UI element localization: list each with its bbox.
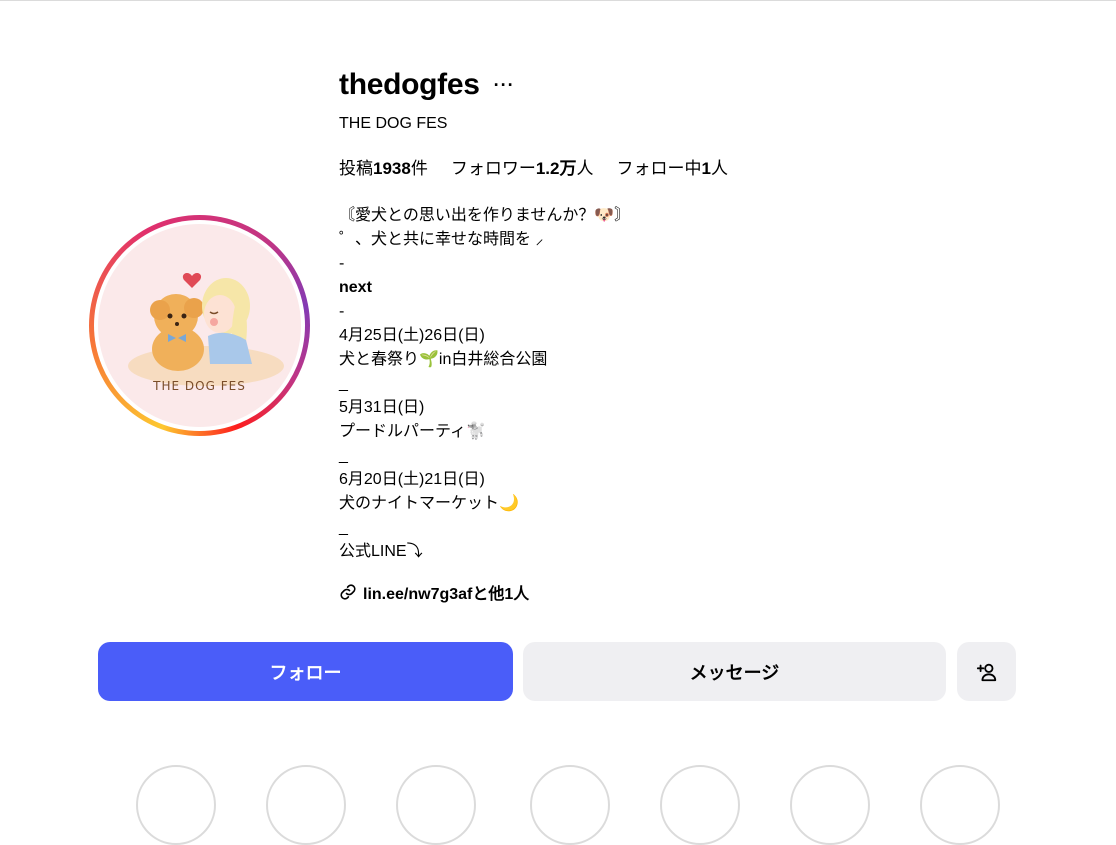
story-highlight[interactable] [790, 765, 870, 845]
story-highlight[interactable] [136, 765, 216, 845]
bio-line: 5月31日(日) [339, 399, 425, 416]
bio-line: _ [339, 519, 348, 536]
full-name: THE DOG FES [339, 115, 448, 132]
stat-followers[interactable]: フォロワー1.2万人 [451, 154, 594, 179]
add-person-icon [976, 663, 996, 681]
bio: 〘愛犬との思い出を作りませんか？🐶〙 ゜、犬と共に幸せな時間を ⸝ - next… [339, 204, 630, 564]
bio-line: _ [339, 447, 348, 464]
bio-link[interactable]: lin.ee/nw7g3afと他1人 [339, 580, 529, 604]
follow-button[interactable]: フォロー [98, 642, 513, 701]
profile-avatar[interactable]: THE DOG FES [89, 215, 310, 436]
bio-line: 4月25日(土)26日(日) [339, 327, 485, 344]
avatar-logo-text: THE DOG FES [153, 379, 246, 393]
bio-line: 公式LINE⤵︎ [339, 543, 423, 560]
bio-link-text: lin.ee/nw7g3afと他1人 [363, 586, 530, 603]
top-divider [0, 0, 1116, 1]
story-highlight[interactable] [530, 765, 610, 845]
bio-line: 犬と春祭り🌱in白井総合公園 [339, 351, 548, 368]
story-highlight[interactable] [266, 765, 346, 845]
bio-line: _ [339, 375, 348, 392]
story-highlight[interactable] [396, 765, 476, 845]
stat-posts: 投稿1938件 [339, 159, 428, 178]
bio-line: - [339, 255, 345, 272]
bio-line: - [339, 303, 345, 320]
stat-following[interactable]: フォロー中1人 [616, 154, 727, 179]
link-icon [340, 584, 356, 600]
profile-stats: 投稿1938件 フォロワー1.2万人 フォロー中1人 [339, 154, 751, 179]
bio-line: 〘愛犬との思い出を作りませんか？🐶〙 [339, 207, 631, 224]
story-highlight[interactable] [660, 765, 740, 845]
bio-line: 6月20日(土)21日(日) [339, 471, 485, 488]
username: thedogfes [339, 68, 480, 101]
more-options-button[interactable]: ··· [494, 75, 515, 96]
username-row: thedogfes ··· [339, 68, 515, 102]
bio-line: next [339, 279, 372, 296]
bio-line: 犬のナイトマーケット🌙 [339, 495, 519, 512]
message-button[interactable]: メッセージ [523, 642, 946, 701]
bio-line: プードルパーティ🐩 [339, 423, 486, 440]
story-highlight[interactable] [920, 765, 1000, 845]
avatar-illustration [128, 273, 284, 386]
similar-accounts-button[interactable] [957, 642, 1016, 701]
avatar-image: THE DOG FES [98, 224, 301, 427]
bio-line: ゜、犬と共に幸せな時間を ⸝ [339, 231, 544, 248]
